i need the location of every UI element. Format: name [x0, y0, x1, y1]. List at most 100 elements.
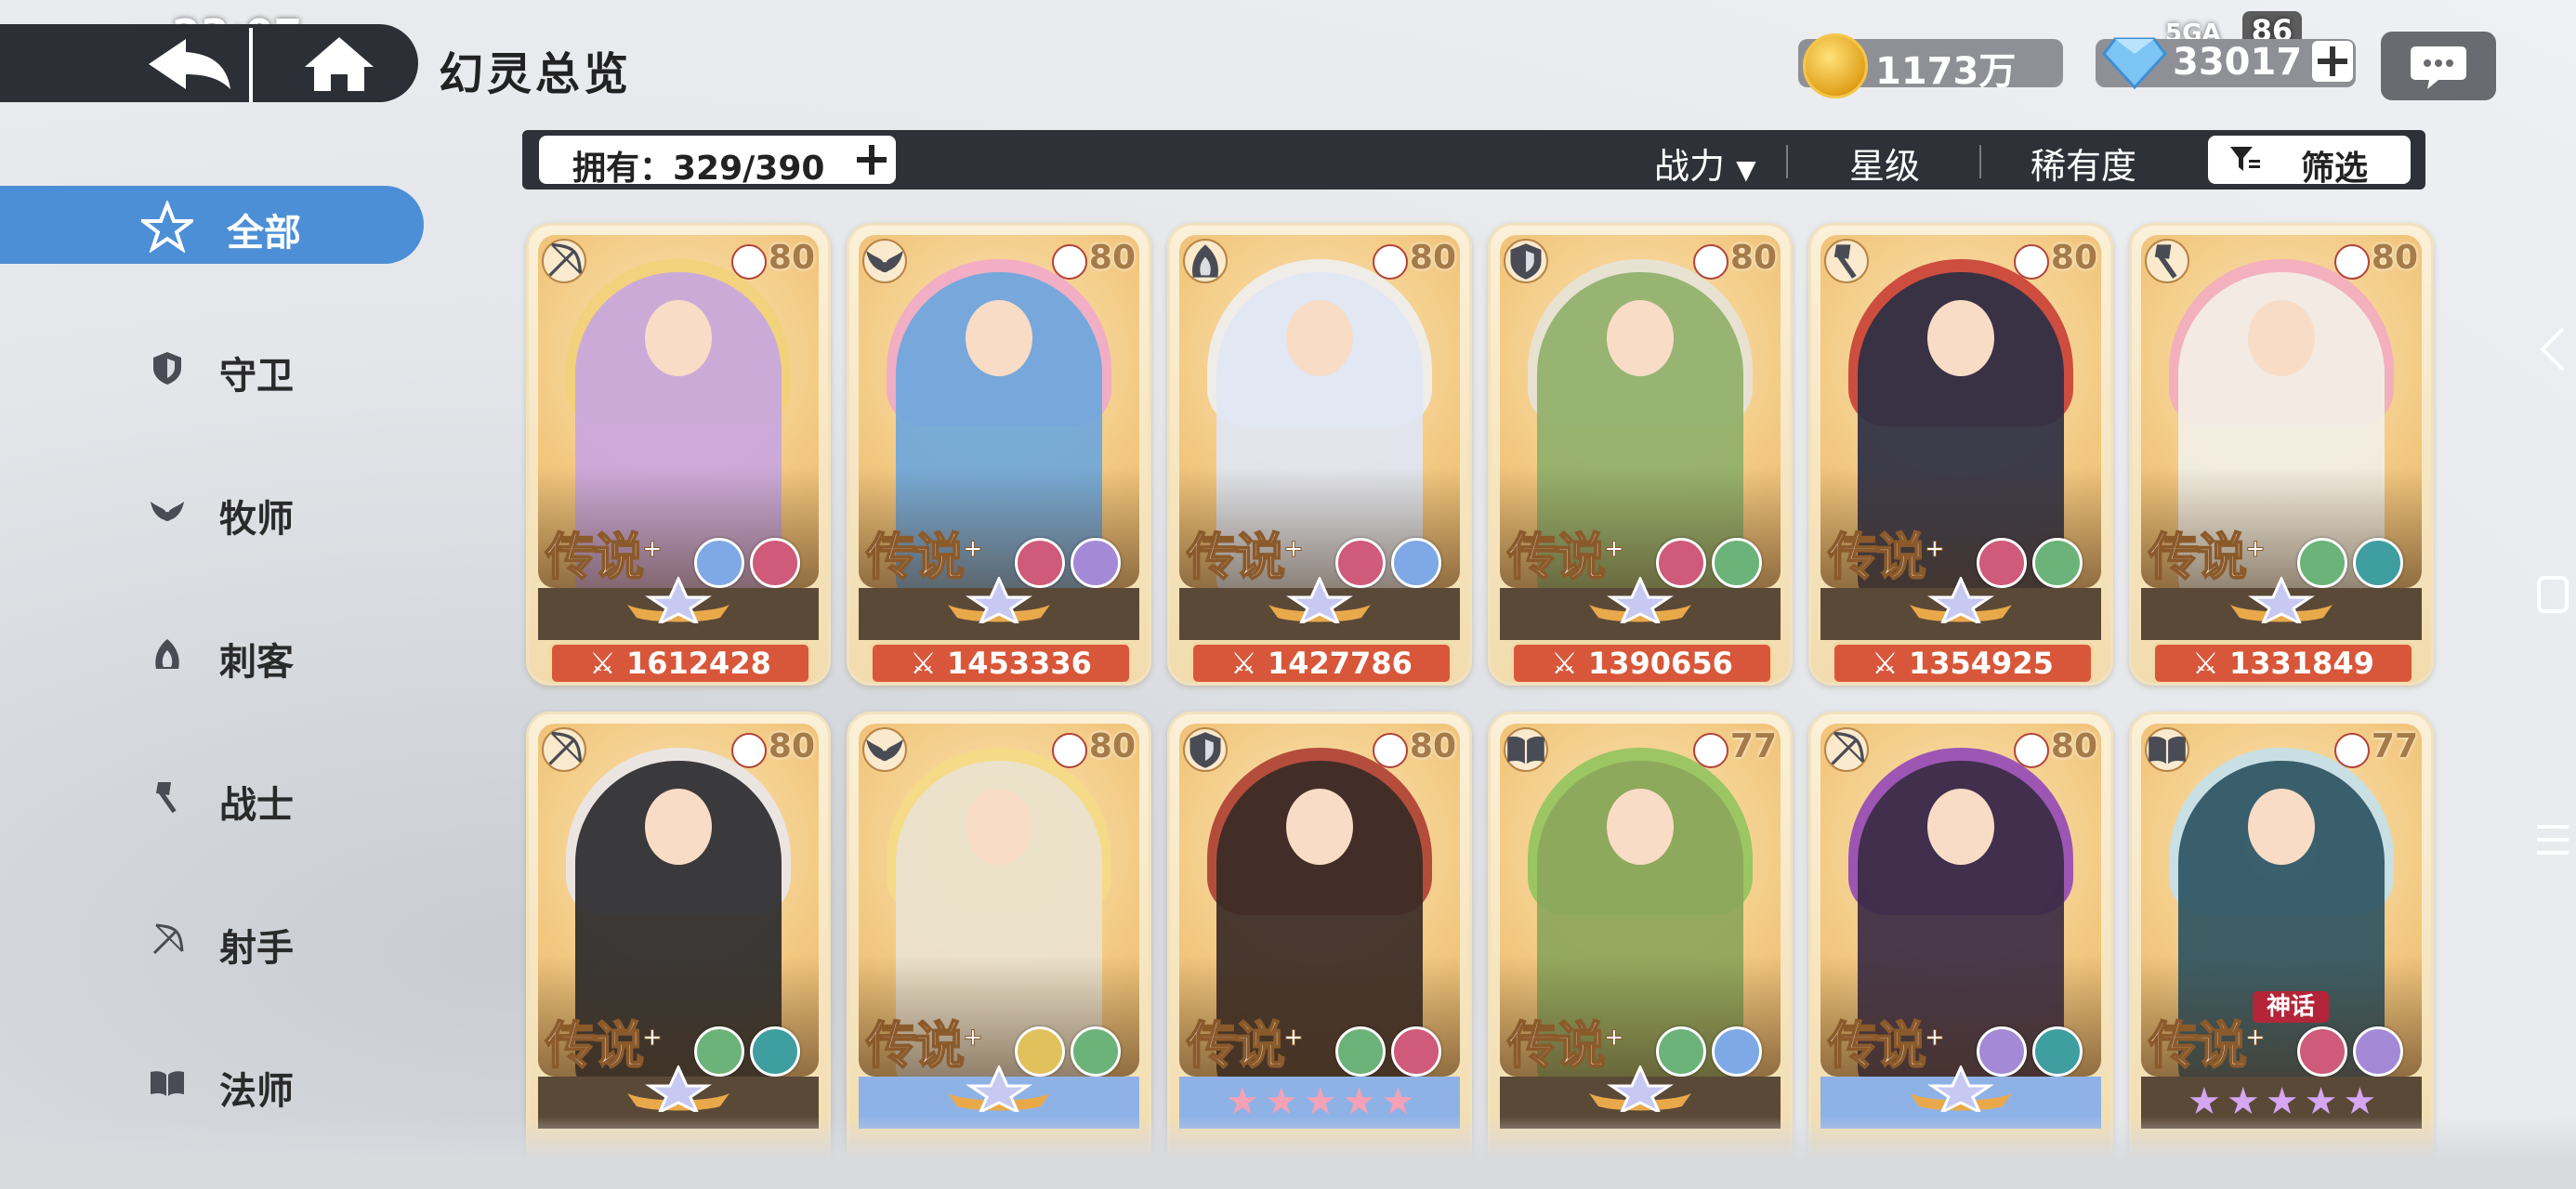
home-button[interactable]: [297, 32, 381, 97]
gem-amount: 33017: [2173, 41, 2303, 84]
sort-power-label: 战力: [1654, 146, 1726, 187]
hero-face: [645, 300, 712, 376]
coin-icon: [1803, 33, 1868, 98]
hero-card[interactable]: 80 传说+ ⚔ 1612428: [526, 223, 831, 686]
sidebar-item-label: 刺客: [219, 641, 294, 684]
combat-power: ⚔ 1427786: [1190, 642, 1452, 683]
star-rank-icon: [1900, 575, 2021, 627]
rarity-plus-icon: +: [1604, 1024, 1625, 1052]
hero-level: 80: [2371, 239, 2418, 277]
combat-power: ⚔ 1390656: [1511, 642, 1773, 683]
rarity-plus-icon: +: [642, 535, 664, 564]
hood-icon: [1183, 239, 1228, 283]
level-badge-icon: [1693, 733, 1728, 768]
rarity-plus-icon: +: [1283, 535, 1305, 564]
element-icon: [1071, 538, 1121, 588]
hero-level: 80: [1409, 239, 1456, 277]
hero-level: 80: [1409, 727, 1456, 765]
rarity-text: 传说: [1186, 1014, 1286, 1076]
hero-card[interactable]: 80 传说+ ⚔ 1453336: [847, 223, 1151, 686]
hero-card[interactable]: 77 传说+: [1488, 712, 1793, 1174]
hero-card[interactable]: 80 传说+: [1808, 712, 2113, 1174]
sword-icon: ⚔: [2192, 646, 2229, 681]
sword-icon: ⚔: [589, 646, 626, 681]
level-badge-icon: [731, 244, 767, 280]
expand-plus-icon[interactable]: [853, 141, 890, 178]
hero-card[interactable]: 80 传说+: [526, 712, 831, 1174]
owned-count-box[interactable]: 拥有：329/390: [539, 136, 896, 188]
filter-funnel-icon: [2230, 147, 2260, 171]
sidebar-item[interactable]: 全部: [0, 186, 424, 264]
axe-icon: [149, 778, 186, 816]
hero-card[interactable]: 80 传说+ ⚔ 1390656: [1488, 223, 1793, 686]
sort-power-button[interactable]: 战力 ▼: [1654, 137, 1756, 189]
screen-filter-label: 筛选: [2301, 150, 2369, 188]
level-badge-icon: [1052, 244, 1087, 280]
back-arrow-icon: [149, 39, 230, 89]
system-home-icon[interactable]: [2535, 568, 2570, 621]
sidebar-item[interactable]: 法师: [0, 1044, 424, 1122]
mythic-badge: 神话: [2253, 991, 2329, 1023]
hero-card[interactable]: 80 传说+: [847, 712, 1151, 1174]
sort-rarity-button[interactable]: 稀有度: [2031, 137, 2136, 189]
element-icon: [2353, 1026, 2403, 1077]
bow-icon: [542, 727, 586, 772]
hero-card[interactable]: 80 传说+ ⚔ 1427786: [1167, 223, 1472, 686]
hero-level: 80: [1729, 239, 1777, 277]
system-menu-icon[interactable]: [2535, 814, 2570, 866]
combat-power-value: 1427786: [1267, 646, 1413, 681]
element-icon: [2032, 538, 2083, 588]
nav-divider: [249, 28, 253, 102]
level-badge-icon: [2334, 733, 2370, 768]
system-back-icon[interactable]: [2535, 323, 2570, 375]
coin-amount: 1173万: [1875, 50, 2017, 93]
rarity-plus-icon: +: [963, 535, 984, 564]
sidebar-item[interactable]: 战士: [0, 758, 424, 836]
screen-filter-button[interactable]: 筛选: [2208, 136, 2411, 188]
combat-power: ⚔ 1331849: [2152, 642, 2414, 683]
rarity-plus-icon: +: [642, 1024, 664, 1052]
sidebar-item[interactable]: 射手: [0, 901, 424, 979]
book-icon: [2145, 727, 2189, 772]
back-button[interactable]: [130, 32, 242, 97]
star-rank-icon: [1900, 1064, 2021, 1116]
sword-icon: ⚔: [1230, 646, 1268, 681]
star-rank-icon: [939, 1064, 1059, 1116]
rarity-label: 传说+: [1186, 1004, 1304, 1078]
hero-level: 80: [1088, 727, 1136, 765]
sidebar-item[interactable]: 刺客: [0, 615, 424, 693]
hero-face: [1286, 789, 1353, 865]
chat-icon: [2411, 46, 2466, 89]
axe-icon: [2145, 239, 2189, 283]
hero-level: 80: [2050, 239, 2097, 277]
sidebar-item[interactable]: 守卫: [0, 329, 424, 407]
rarity-label: 传说+: [2148, 1004, 2266, 1078]
chat-button[interactable]: [2381, 32, 2496, 100]
hero-card[interactable]: 80 传说+ ★★★★★: [1167, 712, 1472, 1174]
page-title: 幻灵总览: [439, 48, 633, 100]
combat-power-value: 1390656: [1587, 646, 1733, 681]
combat-power-value: 1331849: [2228, 646, 2374, 681]
hero-level: 80: [768, 727, 815, 765]
book-icon: [1504, 727, 1548, 772]
star-rank-icon: [2221, 575, 2342, 627]
hero-card[interactable]: 77 神话 传说+ ★★★★★: [2129, 712, 2434, 1174]
element-icon: [2297, 1026, 2347, 1077]
sword-icon: ⚔: [910, 646, 947, 681]
shield-icon: [1183, 727, 1228, 772]
sidebar-item[interactable]: 牧师: [0, 472, 424, 550]
element-icon: [1071, 1026, 1121, 1077]
element-icon: [750, 1026, 800, 1077]
hero-card[interactable]: 80 传说+ ⚔ 1354925: [1808, 223, 2113, 686]
sword-icon: ⚔: [1551, 646, 1588, 681]
add-gems-button[interactable]: [2312, 41, 2353, 82]
level-badge-icon: [2014, 244, 2049, 280]
gem-icon: [2102, 37, 2167, 89]
element-icon: [2353, 538, 2403, 588]
rarity-plus-icon: +: [1604, 535, 1625, 564]
sort-star-button[interactable]: 星级: [1849, 137, 1920, 189]
element-icon: [1712, 1026, 1762, 1077]
hero-card[interactable]: 80 传说+ ⚔ 1331849: [2129, 223, 2434, 686]
level-badge-icon: [1373, 733, 1408, 768]
level-badge-icon: [1052, 733, 1087, 768]
